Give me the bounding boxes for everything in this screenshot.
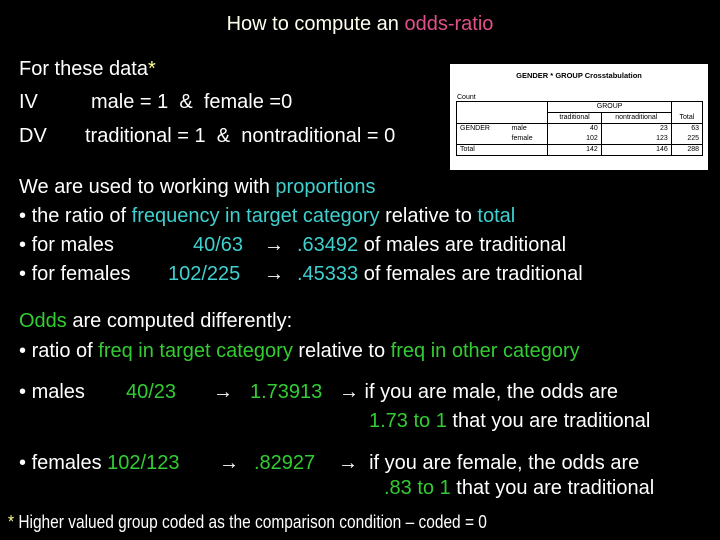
title-text: How to compute an — [226, 13, 405, 35]
text: if you are female, the odds are — [358, 452, 640, 474]
text: relative to — [292, 340, 391, 362]
dv-text: traditional = 1 & nontraditional = 0 — [85, 125, 396, 147]
highlight: frequency in target category — [131, 205, 380, 227]
text: ratio of — [26, 340, 99, 362]
bullet: • — [19, 234, 27, 256]
footnote-text: Higher valued group coded as the compari… — [14, 512, 487, 532]
odds-line-1: • ratio of freq in target category relat… — [19, 339, 580, 363]
cell: 23 — [600, 123, 672, 134]
arrow-icon: → — [264, 234, 284, 256]
col-header-nontraditional: nontraditional — [600, 112, 672, 124]
text: We are used to working with — [19, 176, 276, 198]
highlight: freq in other category — [390, 340, 580, 362]
proportions-line-3-result: .45333 of females are traditional — [297, 262, 583, 286]
table-row: GENDER male 40 23 63 — [457, 123, 703, 134]
text: relative to — [379, 205, 478, 227]
arrow-icon: → — [339, 381, 359, 403]
data-heading: For these data* — [19, 57, 156, 81]
highlight: 1.73 to 1 — [369, 410, 447, 432]
cell: 142 — [547, 144, 602, 156]
iv-text: male = 1 & female =0 — [91, 91, 293, 113]
proportions-intro: We are used to working with proportions — [19, 175, 375, 199]
slide-title: How to compute an odds-ratio — [0, 13, 720, 36]
corner-cell — [456, 101, 548, 124]
highlight: .83 to 1 — [384, 477, 451, 499]
male-proportion-ratio: 40/63 — [193, 234, 244, 256]
text: the ratio of — [26, 205, 132, 227]
cell: 63 — [670, 123, 703, 134]
text: are computed differently: — [66, 310, 293, 332]
row-group: GENDER — [460, 125, 490, 132]
row-label — [509, 145, 548, 156]
bullet: • — [19, 381, 27, 403]
text: that you are traditional — [450, 477, 655, 499]
cell: 225 — [670, 134, 703, 145]
title-highlight: odds-ratio — [404, 13, 494, 35]
row-group — [456, 134, 509, 145]
highlight: freq in target category — [98, 340, 293, 362]
crosstab-image: GENDER * GROUP Crosstabulation Count GRO… — [450, 64, 708, 170]
bullet: • — [19, 205, 27, 227]
proportions-line-3: • for females — [19, 262, 131, 286]
bullet: • — [19, 452, 27, 474]
bullet: • — [19, 340, 27, 362]
male-odds-ratio: 40/23 — [126, 381, 177, 403]
asterisk-marker: * — [147, 58, 156, 80]
arrow-icon: → — [338, 452, 358, 474]
odds-males-conclusion: 1.73 to 1 that you are traditional — [369, 409, 650, 433]
proportions-line-1: • the ratio of frequency in target categ… — [19, 204, 515, 228]
arrow-icon: → — [213, 381, 233, 403]
highlight: Odds — [19, 310, 67, 332]
proportions-line-2-result: .63492 of males are traditional — [297, 233, 566, 257]
text: of males are traditional — [358, 234, 567, 256]
odds-females-conclusion: .83 to 1 that you are traditional — [384, 476, 654, 500]
text: of females are traditional — [358, 263, 583, 285]
cell: 40 — [547, 123, 602, 134]
col-header-traditional: traditional — [547, 112, 602, 124]
bullet: • — [19, 263, 27, 285]
odds-intro: Odds are computed differently: — [19, 309, 292, 333]
row-group: Total — [460, 146, 475, 153]
female-odds-value: .82927 — [254, 452, 316, 474]
male-odds-value: 1.73913 — [250, 381, 323, 403]
highlight: total — [477, 205, 516, 227]
footnote: * Higher valued group coded as the compa… — [8, 512, 487, 533]
female-proportion-ratio: 102/225 — [168, 263, 241, 285]
row-label: female — [508, 134, 548, 145]
female-odds-ratio: 102/123 — [107, 452, 180, 474]
text: if you are male, the odds are — [359, 381, 619, 403]
highlight: .45333 — [297, 263, 359, 285]
text: males — [26, 381, 85, 403]
cell: 123 — [600, 134, 672, 145]
text: for females — [26, 263, 131, 285]
arrow-icon: → — [219, 452, 239, 474]
odds-males-label: • males — [19, 380, 85, 404]
group-header: GROUP — [547, 101, 672, 113]
odds-females-explanation: → if you are female, the odds are — [338, 451, 639, 475]
iv-label: IV — [19, 91, 38, 113]
count-label: Count — [457, 94, 476, 101]
arrow-icon: → — [264, 263, 284, 285]
highlight: proportions — [275, 176, 376, 198]
table-row: Total 142 146 288 — [457, 144, 703, 156]
dv-label: DV — [19, 125, 47, 147]
cell: 102 — [547, 134, 602, 145]
cell: 146 — [600, 144, 672, 156]
table-row: female 102 123 225 — [456, 134, 703, 145]
highlight: .63492 — [297, 234, 359, 256]
row-label: male — [511, 125, 527, 132]
text: for males — [26, 234, 114, 256]
odds-females-label: • females 102/123 — [19, 451, 179, 475]
text: females — [26, 452, 108, 474]
odds-males-explanation: → if you are male, the odds are — [339, 380, 618, 404]
col-header-total: Total — [670, 101, 703, 124]
crosstab-caption: GENDER * GROUP Crosstabulation — [516, 71, 642, 80]
proportions-line-2: • for males — [19, 233, 114, 257]
data-heading-text: For these data — [19, 58, 148, 80]
cell: 288 — [670, 144, 703, 156]
text: that you are traditional — [446, 410, 651, 432]
crosstab-table: GROUP Total traditional nontraditional G… — [456, 101, 703, 156]
